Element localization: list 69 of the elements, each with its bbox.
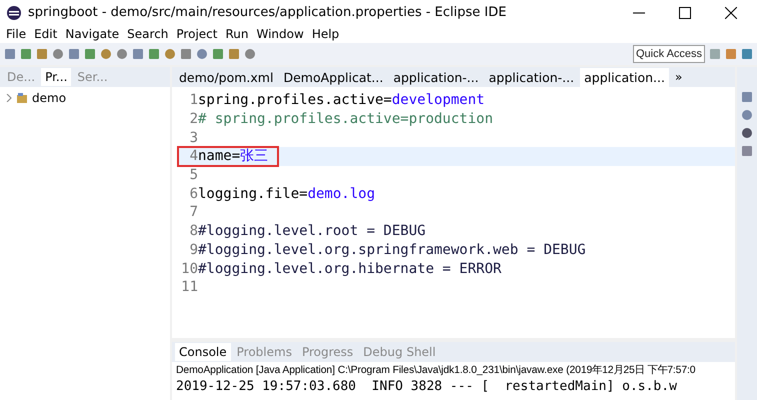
maximize-icon[interactable] bbox=[679, 6, 691, 18]
circle-icon[interactable] bbox=[741, 109, 753, 121]
line-number: 5 bbox=[188, 167, 198, 184]
menu-item[interactable]: Navigate bbox=[61, 27, 124, 41]
square-icon[interactable] bbox=[68, 48, 80, 60]
line-number: 10 bbox=[180, 260, 198, 277]
quick-access-field[interactable]: Quick Access bbox=[633, 45, 705, 63]
circle-icon[interactable] bbox=[116, 48, 128, 60]
property-key: name= bbox=[198, 148, 240, 164]
square-icon[interactable] bbox=[20, 48, 32, 60]
menu-item[interactable]: Project bbox=[172, 27, 222, 41]
line-number: 11 bbox=[180, 279, 198, 296]
close-icon[interactable] bbox=[725, 6, 737, 18]
code-text: #logging.level.root = DEBUG bbox=[198, 223, 426, 240]
square-icon[interactable] bbox=[180, 48, 192, 60]
square-icon[interactable] bbox=[709, 48, 721, 60]
line-number: 2 bbox=[188, 111, 198, 128]
editor-tab[interactable]: application... bbox=[580, 68, 669, 86]
code-text: #logging.level.org.springframework.web = DEBUG bbox=[198, 242, 586, 258]
square-icon[interactable] bbox=[84, 48, 96, 60]
code-text: #logging.level.org.hibernate = ERROR bbox=[198, 260, 502, 277]
property-key: spring.profiles.active= bbox=[198, 92, 392, 108]
line-number: 8 bbox=[188, 223, 198, 240]
line-number: 9 bbox=[188, 242, 198, 258]
project-icon bbox=[16, 92, 28, 104]
menu-item[interactable]: Run bbox=[221, 27, 252, 41]
editor-tab[interactable]: application-... bbox=[389, 68, 483, 86]
tree-item[interactable]: demo bbox=[32, 91, 66, 105]
menu-item[interactable]: File bbox=[2, 27, 30, 41]
line-number: 1 bbox=[188, 92, 198, 108]
window-title: springboot - demo/src/main/resources/application.properties - Eclipse IDE bbox=[28, 5, 508, 20]
circle-icon[interactable] bbox=[164, 48, 176, 60]
square-icon[interactable] bbox=[212, 48, 224, 60]
circle-icon[interactable] bbox=[196, 48, 208, 60]
menu-item[interactable]: Edit bbox=[30, 27, 62, 41]
view-tab[interactable]: Pr... bbox=[41, 68, 72, 86]
square-icon[interactable] bbox=[741, 91, 753, 103]
square-icon[interactable] bbox=[4, 48, 16, 60]
square-icon[interactable] bbox=[148, 48, 160, 60]
menu-item[interactable]: Window bbox=[252, 27, 308, 41]
circle-icon[interactable] bbox=[52, 48, 64, 60]
editor-tab[interactable]: DemoApplicat... bbox=[279, 68, 388, 86]
circle-icon[interactable] bbox=[741, 127, 753, 139]
menu-item[interactable]: Search bbox=[123, 27, 172, 41]
property-value: demo.log bbox=[308, 186, 376, 202]
square-icon[interactable] bbox=[132, 48, 144, 60]
property-value: 张三 bbox=[240, 147, 268, 166]
editor-tab[interactable]: demo/pom.xml bbox=[175, 68, 278, 86]
circle-icon[interactable] bbox=[100, 48, 112, 60]
app-icon bbox=[6, 4, 22, 20]
line-number: 3 bbox=[188, 130, 198, 146]
square-icon[interactable] bbox=[36, 48, 48, 60]
overflow-tab[interactable]: » bbox=[670, 68, 686, 86]
circle-icon[interactable] bbox=[244, 48, 256, 60]
square-icon[interactable] bbox=[741, 145, 753, 157]
line-number: 6 bbox=[188, 186, 198, 202]
line-number: 7 bbox=[188, 204, 198, 220]
property-key: logging.file= bbox=[198, 186, 308, 202]
menu-item[interactable]: Help bbox=[308, 27, 344, 41]
comment-text: # spring.profiles.active=production bbox=[198, 111, 494, 128]
console-output: 2019-12-25 19:57:03.680 INFO 3828 --- [ restartedMain] o.s.b.w bbox=[175, 378, 678, 395]
console-header: DemoApplication [Java Application] C:\Program Files\Java\jdk1.8.0_231\bin\javaw.exe (2019年12月25日 下午7:57:0 bbox=[175, 364, 696, 378]
editor-tab[interactable]: application-... bbox=[484, 68, 578, 86]
line-number: 4 bbox=[188, 148, 198, 164]
square-icon[interactable] bbox=[228, 48, 240, 60]
property-value: development bbox=[392, 92, 485, 108]
square-icon[interactable] bbox=[741, 48, 753, 60]
view-tab[interactable]: Console bbox=[175, 343, 231, 361]
square-icon[interactable] bbox=[725, 48, 737, 60]
